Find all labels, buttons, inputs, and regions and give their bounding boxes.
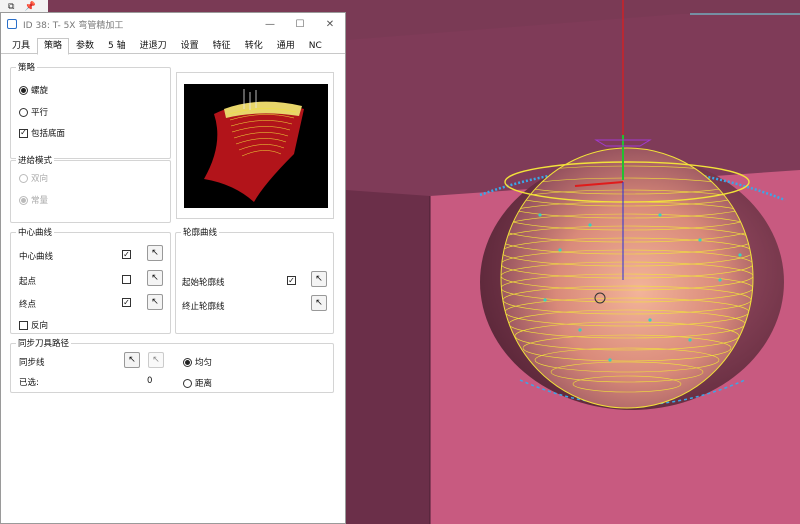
strategy-legend: 策略 [16, 61, 38, 73]
include-bottom-option[interactable]: ✓ 包括底面 [19, 127, 65, 139]
tab-feature[interactable]: 特征 [206, 38, 238, 54]
reverse-label: 反向 [31, 321, 49, 331]
point-pick-icon: ↖ [151, 273, 159, 283]
reverse-checkbox[interactable] [19, 320, 28, 330]
tab-strategy[interactable]: 策略 [37, 38, 70, 55]
tab-transform[interactable]: 转化 [238, 38, 270, 54]
minimize-icon[interactable]: — [255, 19, 285, 30]
uniform-radio[interactable] [183, 357, 192, 367]
reverse-option[interactable]: 反向 [19, 319, 48, 331]
parallel-option[interactable]: 平行 [19, 106, 48, 118]
end-contour-label: 终止轮廓线 [182, 302, 225, 312]
parallel-label: 平行 [31, 108, 49, 118]
normal-radio [19, 195, 28, 205]
sync-path-group: 同步刀具路径 [10, 337, 334, 393]
tab-general[interactable]: 通用 [270, 38, 302, 54]
end-point-checkbox[interactable]: ✓ [122, 298, 131, 307]
spiral-radio[interactable] [19, 85, 28, 95]
dialog-title: ID 38: T- 5X 弯管精加工 [23, 20, 124, 31]
curve-pick-icon: ↖ [315, 274, 323, 284]
include-bottom-label: 包括底面 [31, 129, 66, 139]
tab-tool[interactable]: 刀具 [5, 38, 37, 54]
start-contour-pick-button[interactable]: ↖ [311, 271, 327, 287]
feed-mode-group: 进给模式 [10, 154, 171, 223]
selected-label: 已选: [19, 378, 39, 388]
center-curve-checkbox[interactable]: ✓ [122, 250, 131, 259]
end-point-pick-button[interactable]: ↖ [147, 294, 163, 310]
contour-curve-legend: 轮廓曲线 [181, 226, 220, 238]
center-curve-legend: 中心曲线 [16, 226, 55, 238]
tab-bar: 刀具 策略 参数 5 轴 进退刀 设置 特征 转化 通用 NC [1, 38, 345, 55]
spiral-label: 螺旋 [31, 86, 49, 96]
sync-path-legend: 同步刀具路径 [16, 337, 72, 349]
start-point-checkbox[interactable] [122, 275, 131, 284]
dialog-titlebar: ID 38: T- 5X 弯管精加工 — ☐ ✕ [1, 13, 345, 35]
parallel-radio[interactable] [19, 107, 28, 117]
bidirectional-option: 双向 [19, 172, 48, 184]
include-bottom-checkbox[interactable]: ✓ [19, 128, 28, 138]
maximize-icon[interactable]: ☐ [285, 19, 315, 30]
center-curve-pick-button[interactable]: ↖ [147, 245, 163, 261]
selected-count: 0 [147, 376, 153, 386]
restore-icon[interactable]: ⧉ [8, 2, 14, 12]
end-contour-pick-button[interactable]: ↖ [311, 295, 327, 311]
normal-label: 常量 [31, 196, 49, 206]
normal-option: 常量 [19, 194, 48, 206]
pin-icon[interactable]: 📌 [24, 2, 35, 12]
spiral-option[interactable]: 螺旋 [19, 84, 48, 96]
distance-label: 距离 [195, 379, 213, 389]
tab-leadin[interactable]: 进退刀 [133, 38, 174, 54]
uniform-option[interactable]: 均匀 [183, 356, 212, 368]
operation-dialog: ID 38: T- 5X 弯管精加工 — ☐ ✕ 刀具 策略 参数 5 轴 进退… [0, 12, 346, 524]
distance-option[interactable]: 距离 [183, 377, 212, 389]
sync-line-label: 同步线 [19, 358, 45, 368]
curve-pick-icon: ↖ [315, 298, 323, 308]
center-curve-label: 中心曲线 [19, 252, 54, 262]
sync-line-pick-button[interactable]: ↖ [124, 352, 140, 368]
curve-pick-icon: ↖ [151, 248, 159, 258]
preview-image [184, 84, 328, 208]
curve-pick-icon: ↖ [128, 355, 136, 365]
uniform-label: 均匀 [195, 358, 213, 368]
bidirectional-label: 双向 [31, 174, 49, 184]
tab-nc[interactable]: NC [302, 38, 329, 54]
curve-remove-icon: ↖ [152, 355, 160, 365]
bidirectional-radio [19, 173, 28, 183]
point-pick-icon: ↖ [151, 297, 159, 307]
start-contour-checkbox[interactable]: ✓ [287, 276, 296, 285]
tab-settings[interactable]: 设置 [174, 38, 206, 54]
close-icon[interactable]: ✕ [315, 19, 345, 30]
tab-5axis[interactable]: 5 轴 [101, 38, 133, 54]
start-point-pick-button[interactable]: ↖ [147, 270, 163, 286]
distance-radio[interactable] [183, 378, 192, 388]
tab-parameters[interactable]: 参数 [69, 38, 101, 54]
strategy-preview [176, 72, 334, 219]
app-icon [7, 19, 17, 29]
feed-mode-legend: 进给模式 [16, 154, 55, 166]
start-point-label: 起点 [19, 277, 37, 287]
sync-line-remove-button: ↖ [148, 352, 164, 368]
start-contour-label: 起始轮廓线 [182, 278, 225, 288]
end-point-label: 终点 [19, 300, 37, 310]
